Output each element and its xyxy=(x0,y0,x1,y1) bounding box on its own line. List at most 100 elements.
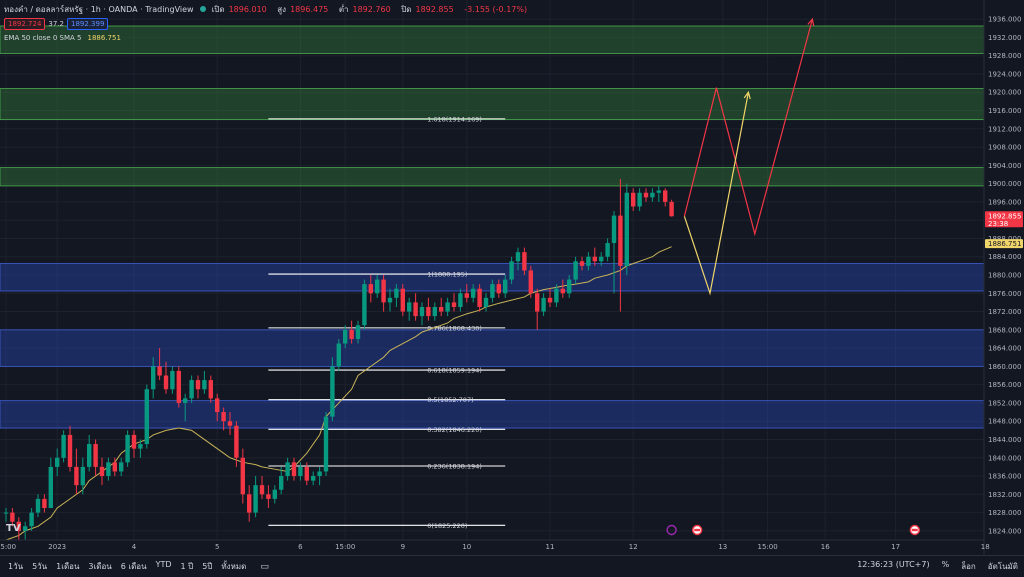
timeframe-7[interactable]: 5ปี xyxy=(202,560,212,573)
indicator-value: 1886.751 xyxy=(87,34,121,42)
bottom-right-controls: 12:36:23 (UTC+7) % ล็อก อัตโนมัติ xyxy=(857,560,1018,573)
candle-14 xyxy=(93,444,98,467)
candle-73 xyxy=(471,288,476,298)
candle-15 xyxy=(99,466,105,477)
candle-28 xyxy=(183,398,188,403)
ohlc-low: ต่ำ 1892.760 xyxy=(338,4,391,14)
price-tick-1900: 1900.000 xyxy=(988,180,1021,188)
candle-64 xyxy=(413,302,418,317)
price-tick-1880: 1880.000 xyxy=(988,272,1021,280)
price-tick-1904: 1904.000 xyxy=(988,162,1021,170)
candle-20 xyxy=(131,434,137,449)
candle-93 xyxy=(599,256,604,262)
candle-55 xyxy=(355,325,361,339)
spread-value: 37.2 xyxy=(48,20,64,28)
chart-stage[interactable]: 1.618(1914.169) 1(1880.195) 0.786(1868.430… xyxy=(0,0,1024,577)
candle-36 xyxy=(234,425,239,458)
event-flag-2 xyxy=(911,528,918,532)
candle-34 xyxy=(221,412,226,422)
candle-86 xyxy=(554,288,559,303)
candle-102 xyxy=(656,190,661,193)
candle-101 xyxy=(650,192,655,198)
indicator-legend[interactable]: EMA 50 close 0 SMA 5 1886.751 xyxy=(4,34,121,42)
candle-68 xyxy=(439,306,444,312)
candle-19 xyxy=(125,434,130,463)
log-toggle[interactable]: ล็อก xyxy=(961,560,976,573)
candle-38 xyxy=(247,494,252,513)
candle-3 xyxy=(23,526,28,531)
supply-zone-0 xyxy=(0,25,985,54)
candle-35 xyxy=(227,421,233,426)
fib-label-0: 1.618(1914.169) xyxy=(427,115,482,123)
ohlc-values: เปิด 1896.010 สูง 1896.475 ต่ำ 1892.760 ปิด… xyxy=(212,3,532,16)
timeframe-6[interactable]: 1 ปี xyxy=(181,560,194,573)
calendar-icon[interactable]: ▭ xyxy=(260,562,269,572)
candle-57 xyxy=(368,284,373,294)
time-tick-2: 4 xyxy=(132,543,137,551)
candle-81 xyxy=(522,252,527,271)
fib-label-5: 0.382(1846.220) xyxy=(427,426,482,434)
timeframe-2[interactable]: 1เดือน xyxy=(56,560,79,573)
timeframe-8[interactable]: ทั้งหมด xyxy=(221,560,246,573)
symbol-title[interactable]: ทองคำ / ดอลลาร์สหรัฐ · 1h · OANDA · Trad… xyxy=(4,3,194,16)
price-chart[interactable]: 1.618(1914.169) 1(1880.195) 0.786(1868.430… xyxy=(0,0,1024,555)
candle-75 xyxy=(483,297,489,307)
candle-43 xyxy=(279,476,284,490)
candle-49 xyxy=(317,471,322,477)
timeframe-0[interactable]: 1วัน xyxy=(8,560,23,573)
timeframe-3[interactable]: 3เดือน xyxy=(88,560,111,573)
clock[interactable]: 12:36:23 (UTC+7) xyxy=(857,560,929,573)
candle-54 xyxy=(349,329,354,339)
candle-12 xyxy=(80,466,85,486)
candle-40 xyxy=(259,485,265,495)
candle-71 xyxy=(458,293,463,307)
timeframe-5[interactable]: YTD xyxy=(156,560,172,573)
market-status-icon xyxy=(199,6,206,12)
candle-44 xyxy=(285,462,290,477)
time-tick-3: 5 xyxy=(215,543,219,551)
candle-84 xyxy=(541,297,546,312)
ohlc-open: เปิด 1896.010 xyxy=(211,4,267,14)
candle-18 xyxy=(119,462,124,472)
indicator-label: EMA 50 close 0 SMA 5 xyxy=(4,34,82,42)
candle-70 xyxy=(451,302,457,307)
fib-label-7: 0(1825.220) xyxy=(427,522,467,530)
ohlc-high: สูง 1896.475 xyxy=(277,4,329,14)
price-tick-1920: 1920.000 xyxy=(988,89,1021,97)
candle-41 xyxy=(266,494,271,499)
fib-label-3: 0.618(1859.194) xyxy=(427,367,482,375)
supply-zone-2 xyxy=(0,167,985,187)
time-tick-10: 13 xyxy=(718,543,727,551)
price-tick-1924: 1924.000 xyxy=(988,70,1021,78)
candle-63 xyxy=(407,302,412,312)
price-tick-1852: 1852.000 xyxy=(988,399,1021,407)
candle-100 xyxy=(643,192,649,198)
tradingview-logo[interactable]: TV xyxy=(6,523,21,534)
timeframe-1[interactable]: 5วัน xyxy=(32,560,47,573)
buy-button[interactable]: 1892.399 xyxy=(67,18,109,30)
tradingview-logo-text: TV xyxy=(6,523,21,534)
candle-23 xyxy=(151,366,156,390)
percent-toggle[interactable]: % xyxy=(942,560,950,573)
price-tick-1932: 1932.000 xyxy=(988,34,1021,42)
price-tick-1856: 1856.000 xyxy=(988,381,1021,389)
candle-37 xyxy=(240,457,245,495)
price-tag-sub-0: 23:38 xyxy=(988,220,1008,228)
candle-104 xyxy=(669,201,674,217)
sell-button[interactable]: 1892.724 xyxy=(4,18,46,30)
candle-95 xyxy=(611,215,617,244)
candle-11 xyxy=(74,466,79,486)
time-tick-6: 9 xyxy=(401,543,405,551)
candle-5 xyxy=(35,498,41,513)
candle-27 xyxy=(176,370,181,403)
candle-80 xyxy=(515,252,521,262)
timeframe-4[interactable]: 6 เดือน xyxy=(121,560,147,573)
candle-76 xyxy=(490,284,495,298)
fib-label-6: 0.236(1838.194) xyxy=(427,463,482,471)
trade-buttons: 1892.724 37.2 1892.399 xyxy=(4,18,109,30)
auto-toggle[interactable]: อัตโนมัติ xyxy=(988,560,1018,573)
candle-13 xyxy=(87,444,92,467)
price-tick-1928: 1928.000 xyxy=(988,52,1021,60)
price-axis[interactable]: 1824.000 1828.000 1832.000 1836.000 1840.000… xyxy=(983,0,1024,555)
candle-33 xyxy=(215,398,220,413)
